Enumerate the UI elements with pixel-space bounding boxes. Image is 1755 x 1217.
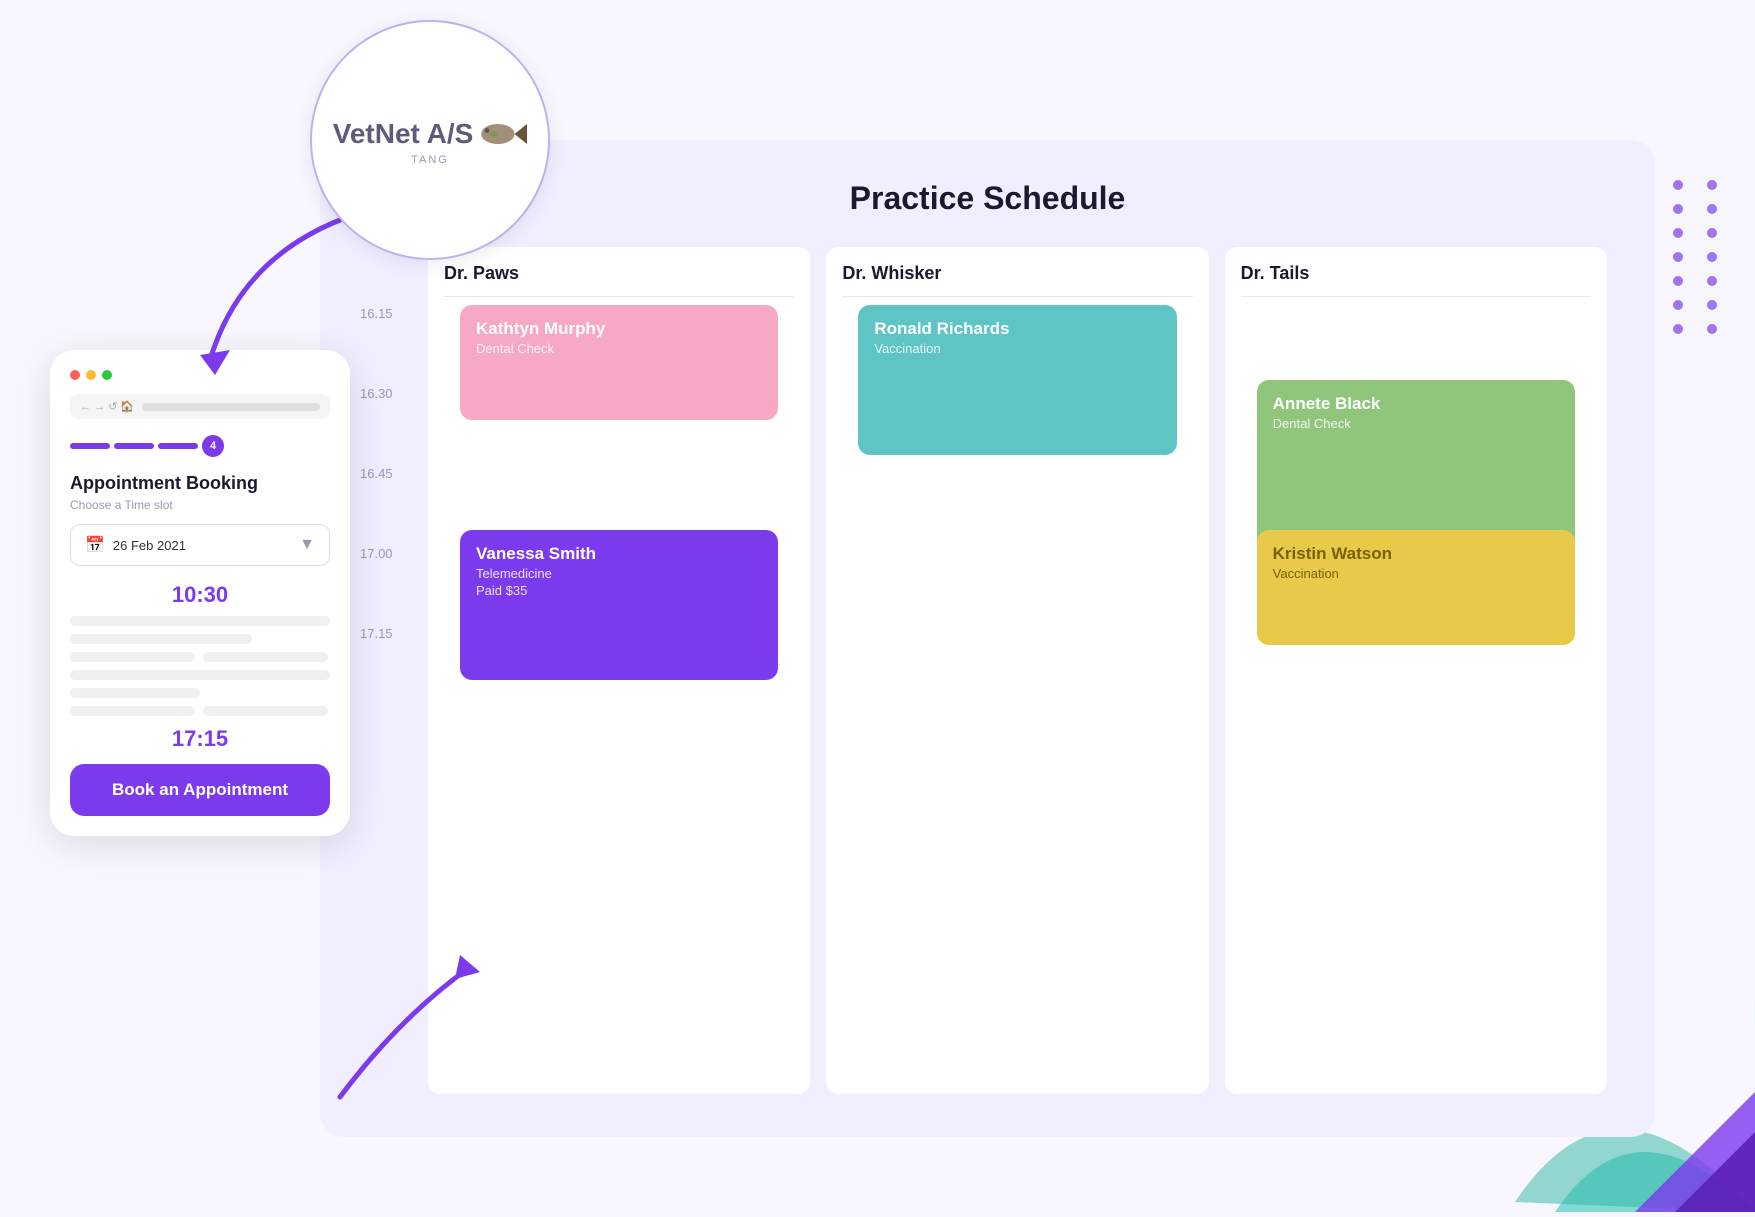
annete-type: Dental Check (1273, 416, 1559, 431)
list-rows (70, 616, 330, 716)
list-row-6a (70, 706, 195, 716)
doctor-col-whisker: Dr. Whisker Ronald Richards Vaccination (826, 247, 1208, 1094)
schedule-grid: 16.15 16.30 16.45 17.00 17.15 Dr. Paws K… (360, 247, 1615, 1094)
list-row-pair-2 (70, 706, 330, 716)
whisker-slots: Ronald Richards Vaccination (842, 305, 1192, 705)
doctor-tails-name: Dr. Tails (1241, 247, 1591, 297)
appointment-vanessa[interactable]: Vanessa Smith Telemedicine Paid $35 (460, 530, 778, 680)
doctor-paws-name: Dr. Paws (444, 247, 794, 297)
kristin-type: Vaccination (1273, 566, 1559, 581)
list-row-3a (70, 652, 195, 662)
ronald-type: Vaccination (874, 341, 1160, 356)
progress-row: 4 (70, 435, 330, 457)
list-row-pair-1 (70, 652, 330, 662)
step-2 (114, 443, 154, 449)
schedule-title: Practice Schedule (360, 180, 1615, 217)
mobile-mockup: ← → ↺ 🏠 4 Appointment Booking Choose a T… (50, 350, 350, 836)
annete-name: Annete Black (1273, 394, 1559, 414)
list-row-1 (70, 616, 330, 626)
time-1645: 16.45 (360, 462, 420, 542)
vanessa-paid: Paid $35 (476, 583, 762, 598)
time-1700: 17.00 (360, 542, 420, 622)
appointment-ronald[interactable]: Ronald Richards Vaccination (858, 305, 1176, 455)
kathtyn-type: Dental Check (476, 341, 762, 356)
list-row-6b (203, 706, 328, 716)
url-bar-fill (142, 403, 320, 411)
calendar-icon: 📅 (85, 535, 105, 555)
step-current: 4 (202, 435, 224, 457)
doctor-whisker-name: Dr. Whisker (842, 247, 1192, 297)
kathtyn-name: Kathtyn Murphy (476, 319, 762, 339)
tails-slots: Annete Black Dental Check Kristin Watson… (1241, 305, 1591, 705)
doctor-col-tails: Dr. Tails Annete Black Dental Check Kris… (1225, 247, 1607, 1094)
appointment-kristin[interactable]: Kristin Watson Vaccination (1257, 530, 1575, 645)
step-1 (70, 443, 110, 449)
arrow-up-right (300, 937, 500, 1117)
date-left: 📅 26 Feb 2021 (85, 535, 186, 555)
schedule-panel: Practice Schedule 16.15 16.30 16.45 17.0… (320, 140, 1655, 1137)
selected-date: 26 Feb 2021 (113, 538, 186, 553)
dropdown-chevron: ▼ (299, 536, 315, 554)
url-nav-icons: ← → ↺ 🏠 (80, 400, 134, 413)
kristin-name: Kristin Watson (1273, 544, 1559, 564)
list-row-3b (203, 652, 328, 662)
logo-circle: VetNet A/S TANG (310, 20, 550, 260)
booking-subtitle: Choose a Time slot (70, 498, 330, 512)
date-picker[interactable]: 📅 26 Feb 2021 ▼ (70, 524, 330, 566)
vanessa-type: Telemedicine (476, 566, 762, 581)
logo-name: VetNet A/S (333, 118, 474, 150)
list-row-4 (70, 670, 330, 680)
logo-sub: TANG (411, 154, 449, 166)
time-1715: 17.15 (360, 622, 420, 702)
time-slot-bottom: 17:15 (70, 726, 330, 752)
logo-inner: VetNet A/S TANG (333, 114, 528, 166)
vanessa-name: Vanessa Smith (476, 544, 762, 564)
fish-icon (477, 114, 527, 154)
list-row-2 (70, 634, 252, 644)
booking-title: Appointment Booking (70, 473, 330, 494)
dot-green (102, 370, 112, 380)
appointment-kathtyn[interactable]: Kathtyn Murphy Dental Check (460, 305, 778, 420)
dot-red (70, 370, 80, 380)
list-row-5 (70, 688, 200, 698)
step-3 (158, 443, 198, 449)
time-slot-top: 10:30 (70, 582, 330, 608)
ronald-name: Ronald Richards (874, 319, 1160, 339)
paws-slots: Kathtyn Murphy Dental Check Vanessa Smit… (444, 305, 794, 705)
book-appointment-button[interactable]: Book an Appointment (70, 764, 330, 816)
dot-yellow (86, 370, 96, 380)
